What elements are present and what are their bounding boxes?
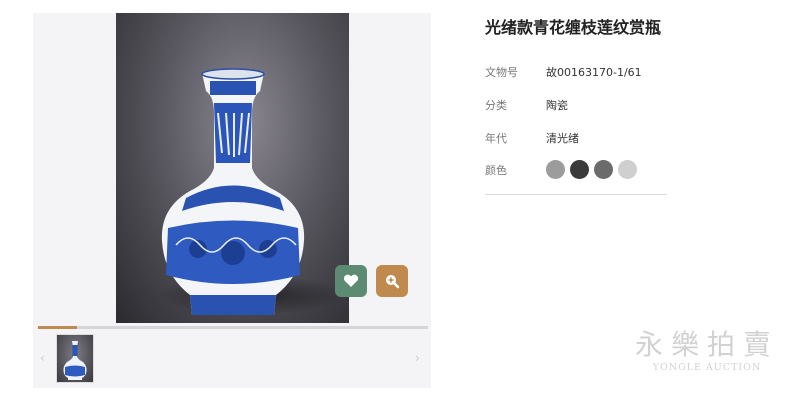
gallery-progress-fill: [38, 326, 77, 329]
info-divider: [485, 194, 667, 195]
field-label: 文物号: [485, 66, 518, 79]
zoom-plus-icon: [386, 275, 400, 289]
watermark-english: YONGLE AUCTION: [652, 362, 762, 373]
field-row-color: 颜色: [485, 160, 637, 179]
field-label: 颜色: [485, 163, 507, 177]
watermark-chinese: 永樂拍賣: [634, 328, 779, 361]
color-swatch[interactable]: [570, 160, 589, 179]
thumb-prev-button[interactable]: ‹: [40, 351, 45, 365]
field-value: 陶瓷: [546, 99, 568, 112]
heart-icon: [343, 274, 359, 287]
color-swatch[interactable]: [594, 160, 613, 179]
gallery-progress-track: [38, 326, 428, 329]
product-info-panel: 光绪款青花缠枝莲纹赏瓶 文物号 故00163170-1/61 分类 陶瓷 年代 …: [485, 14, 670, 195]
color-swatch[interactable]: [546, 160, 565, 179]
field-row-category: 分类 陶瓷: [485, 97, 568, 113]
product-title: 光绪款青花缠枝莲纹赏瓶: [485, 18, 662, 37]
field-label: 年代: [485, 132, 507, 145]
field-row-period: 年代 清光绪: [485, 130, 579, 146]
auction-watermark: 永樂拍賣 YONGLE AUCTION: [632, 328, 782, 374]
main-product-image[interactable]: [116, 13, 349, 323]
field-value: 清光绪: [546, 132, 579, 145]
vase-image: [161, 68, 305, 315]
favorite-button[interactable]: [335, 265, 367, 297]
color-swatch[interactable]: [618, 160, 637, 179]
field-row-catalog-number: 文物号 故00163170-1/61: [485, 64, 642, 80]
image-gallery: ‹ ›: [33, 13, 431, 388]
field-value: 故00163170-1/61: [546, 66, 642, 79]
color-swatches: [546, 160, 637, 179]
zoom-button[interactable]: [376, 265, 408, 297]
thumbnail-vase-image: [63, 341, 87, 380]
thumb-next-button[interactable]: ›: [415, 351, 420, 365]
thumbnail-item[interactable]: [56, 334, 94, 383]
field-label: 分类: [485, 99, 507, 112]
